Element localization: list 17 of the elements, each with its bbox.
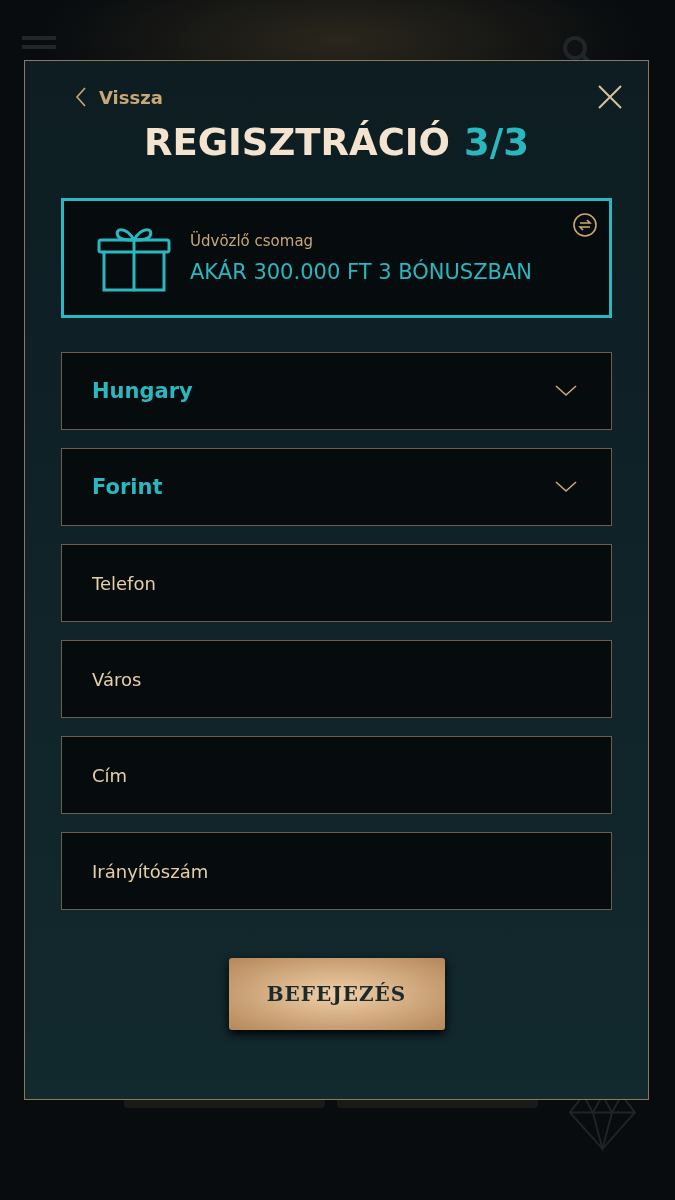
step-counter: 3/3 — [464, 121, 530, 164]
back-link[interactable]: Vissza — [61, 86, 163, 108]
dropdown-field[interactable]: Hungary — [61, 352, 612, 430]
chevron-left-icon — [75, 86, 87, 108]
bonus-label: Üdvözlő csomag — [190, 232, 315, 250]
input-field[interactable]: Cím — [61, 736, 612, 814]
input-field[interactable]: Irányítószám — [61, 832, 612, 910]
chevron-down-icon — [555, 385, 577, 397]
input-field[interactable]: Telefon — [61, 544, 612, 622]
finish-button[interactable]: BEFEJEZÉS — [228, 958, 445, 1030]
dropdown-field[interactable]: Forint — [61, 448, 612, 526]
input-field[interactable]: Város — [61, 640, 612, 718]
swap-button[interactable] — [573, 213, 597, 237]
dialog-title: REGISZTRÁCIÓ — [143, 121, 451, 164]
bonus-offer: AKÁR 300.000 FT 3 BÓNUSZBAN — [190, 260, 532, 284]
close-button[interactable] — [598, 85, 622, 109]
chevron-down-icon — [555, 481, 577, 493]
